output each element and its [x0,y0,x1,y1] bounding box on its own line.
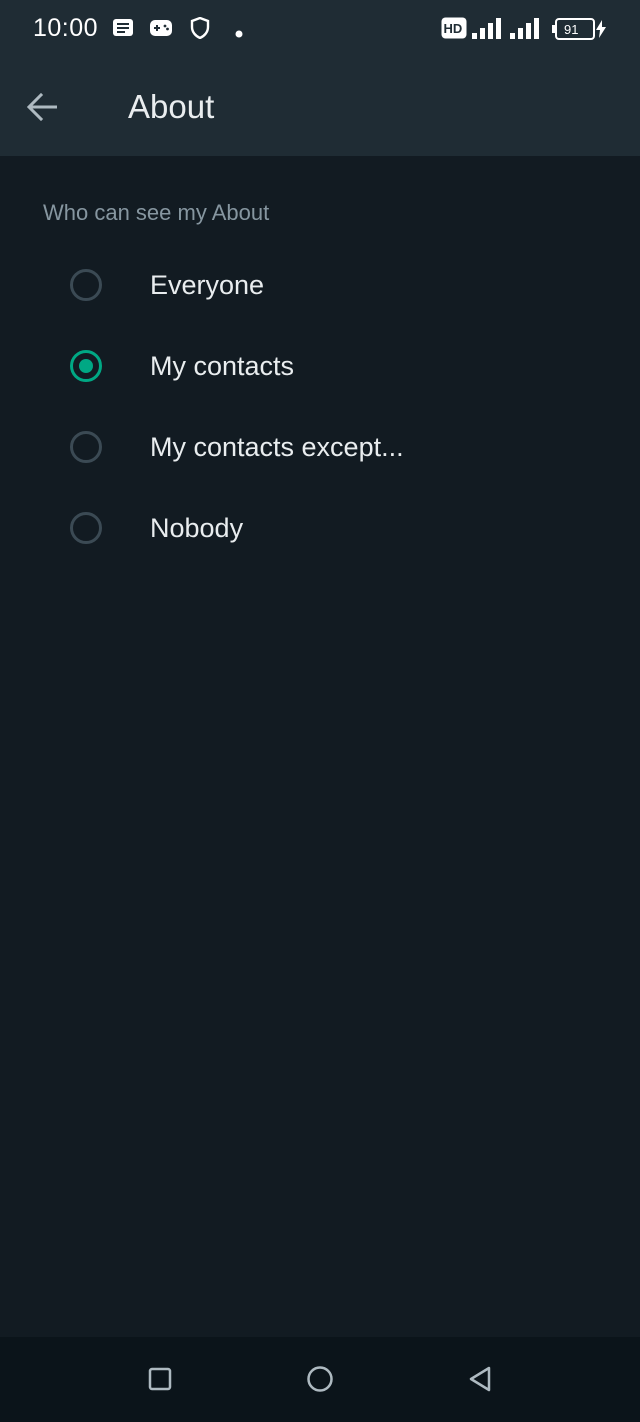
recents-button[interactable] [140,1359,180,1399]
option-everyone[interactable]: Everyone [0,248,640,328]
game-controller-icon [149,18,173,43]
message-icon [112,18,134,43]
system-nav-bar [0,1337,640,1422]
hd-badge-text: HD [444,21,463,36]
option-label: My contacts except... [150,432,404,462]
signal-icon [510,18,540,45]
radio-checked-icon[interactable] [70,350,102,382]
option-nobody[interactable]: Nobody [0,491,640,571]
shield-icon [190,16,210,44]
radio-unchecked-icon[interactable] [70,512,102,544]
nav-back-button[interactable] [460,1359,500,1399]
section-label: Who can see my About [43,200,270,225]
option-my-contacts[interactable]: My contacts [0,329,640,409]
home-circle-icon [307,1366,333,1392]
radio-unchecked-icon[interactable] [70,269,102,301]
app-bar: About [0,58,640,156]
option-my-contacts-except[interactable]: My contacts except... [0,410,640,490]
option-label: My contacts [150,351,295,381]
signal-icon [472,18,502,45]
hd-icon: HD [441,17,467,44]
battery-icon: 91 [552,18,596,45]
about-privacy-screen: 10:00 HD 91 About Who can see my About E… [0,0,640,1422]
arrow-left-icon [27,93,57,121]
home-button[interactable] [300,1359,340,1399]
option-label: Everyone [150,270,265,300]
status-time: 10:00 [33,14,99,42]
dot-icon [235,25,243,43]
recents-square-icon [148,1367,172,1391]
back-triangle-icon [469,1366,491,1392]
back-button[interactable] [18,82,68,132]
status-bar: 10:00 HD 91 [0,0,640,58]
charging-icon [596,20,606,43]
page-title: About [128,88,215,125]
battery-level: 91 [564,22,578,37]
radio-unchecked-icon[interactable] [70,431,102,463]
option-label: Nobody [150,513,244,543]
